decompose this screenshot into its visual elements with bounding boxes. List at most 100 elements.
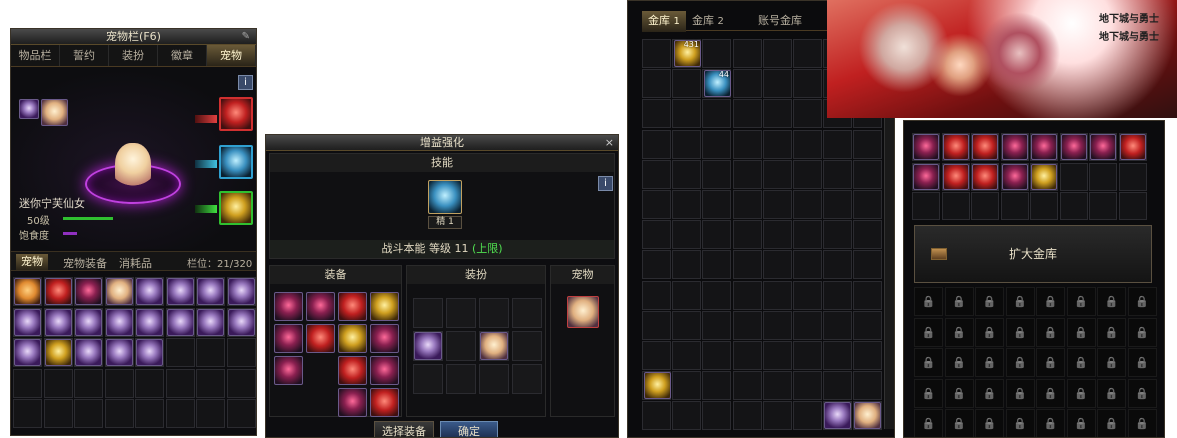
vault-slot[interactable]	[732, 220, 762, 250]
vault-slot[interactable]	[642, 99, 671, 129]
vault-slot[interactable]	[793, 159, 822, 189]
skill-icon[interactable]	[428, 180, 462, 214]
vault-slot[interactable]	[762, 39, 792, 68]
vault-slot[interactable]	[762, 280, 792, 310]
vault-slot[interactable]	[793, 39, 822, 68]
inventory-item[interactable]	[136, 278, 163, 305]
vault-slot[interactable]	[672, 341, 702, 370]
vault-slot[interactable]	[642, 159, 671, 189]
avatar-slot[interactable]	[512, 298, 542, 328]
inventory-item[interactable]	[197, 278, 224, 305]
vault-slot[interactable]	[1059, 192, 1088, 220]
vault-item[interactable]	[913, 134, 939, 160]
vault-slot[interactable]	[642, 190, 671, 219]
vault-slot[interactable]	[642, 69, 671, 99]
equipment-item[interactable]	[338, 292, 367, 321]
vault-slot[interactable]	[702, 250, 732, 280]
vault-slot[interactable]	[642, 129, 671, 159]
avatar-slot[interactable]	[479, 364, 509, 394]
equipment-item[interactable]	[306, 324, 335, 353]
inventory-item[interactable]	[166, 278, 194, 305]
vault-item[interactable]	[972, 134, 998, 160]
equipment-item[interactable]	[370, 324, 399, 353]
pin-icon[interactable]: ✎	[242, 29, 250, 45]
inventory-slot[interactable]	[196, 399, 225, 428]
enhance-window-titlebar[interactable]: 增益强化 ×	[266, 135, 618, 151]
vault-item[interactable]: 44	[704, 70, 731, 97]
vault-item[interactable]	[942, 134, 969, 160]
expand-vault-button[interactable]: 扩大金库	[914, 225, 1152, 283]
inventory-slot[interactable]	[135, 368, 164, 398]
tab-emblem[interactable]: 徽章	[158, 45, 207, 66]
inventory-slot[interactable]	[226, 399, 256, 428]
vault-slot[interactable]	[732, 341, 762, 370]
pet-equip-slot-green[interactable]	[219, 191, 253, 225]
vault-slot[interactable]	[672, 69, 702, 99]
vault-slot[interactable]	[732, 190, 762, 219]
vault-slot[interactable]	[823, 341, 853, 370]
subtab-consumables[interactable]: 消耗品	[119, 255, 152, 271]
inventory-slot[interactable]	[43, 368, 73, 398]
avatar-slot[interactable]	[512, 331, 542, 361]
vault-slot[interactable]	[853, 280, 883, 310]
vault-slot[interactable]	[732, 99, 762, 129]
vault-slot[interactable]	[853, 371, 883, 401]
vault-item[interactable]	[854, 402, 881, 429]
vault-slot[interactable]	[702, 310, 732, 340]
inventory-item[interactable]	[75, 308, 102, 336]
vault-slot[interactable]	[793, 250, 822, 280]
equipment-item[interactable]	[274, 324, 303, 353]
inventory-slot[interactable]	[74, 368, 103, 398]
avatar-item[interactable]	[480, 332, 508, 360]
close-icon[interactable]: ×	[605, 135, 614, 151]
vault-slot[interactable]	[702, 129, 732, 159]
vault-item[interactable]	[1060, 134, 1087, 160]
vault-slot[interactable]	[732, 280, 762, 310]
inventory-item[interactable]	[44, 278, 72, 305]
vault-slot[interactable]	[1030, 192, 1058, 220]
vault-item[interactable]	[913, 163, 939, 190]
tab-vault-1[interactable]: 金库 1	[642, 11, 686, 32]
inventory-slot[interactable]	[135, 399, 164, 428]
vault-item[interactable]	[824, 402, 851, 429]
vault-slot[interactable]	[853, 190, 883, 219]
equipment-item[interactable]	[274, 356, 303, 385]
vault-slot[interactable]	[823, 129, 853, 159]
inventory-item[interactable]	[227, 308, 255, 336]
vault-slot[interactable]	[793, 401, 822, 431]
vault-slot[interactable]	[941, 192, 970, 220]
vault-slot[interactable]	[853, 220, 883, 250]
confirm-button[interactable]: 确定	[440, 421, 498, 437]
vault-slot[interactable]	[672, 310, 702, 340]
inventory-slot[interactable]	[13, 368, 42, 398]
vault-slot[interactable]	[853, 159, 883, 189]
vault-slot[interactable]	[793, 69, 822, 99]
inventory-slot[interactable]	[104, 368, 134, 398]
vault-slot[interactable]	[823, 190, 853, 219]
vault-slot[interactable]	[702, 280, 732, 310]
avatar-slot[interactable]	[479, 298, 509, 328]
inventory-item[interactable]	[166, 308, 194, 336]
inventory-slot[interactable]	[104, 399, 134, 428]
tab-vault-2[interactable]: 金库 2	[692, 11, 724, 32]
inventory-item[interactable]	[197, 308, 224, 336]
tab-account-vault[interactable]: 账号金库	[758, 11, 802, 31]
vault-item[interactable]	[1031, 134, 1057, 160]
vault-slot[interactable]	[672, 250, 702, 280]
avatar-slot[interactable]	[446, 298, 476, 328]
vault-slot[interactable]	[672, 190, 702, 219]
vault-slot[interactable]	[762, 371, 792, 401]
vault-slot[interactable]	[793, 220, 822, 250]
vault-slot[interactable]	[762, 220, 792, 250]
info-icon[interactable]: i	[238, 75, 253, 90]
vault-slot[interactable]	[642, 401, 671, 431]
vault-slot[interactable]	[672, 129, 702, 159]
vault-slot[interactable]	[762, 129, 792, 159]
vault-slot[interactable]	[853, 341, 883, 370]
vault-slot[interactable]	[672, 99, 702, 129]
vault-slot[interactable]	[853, 310, 883, 340]
avatar-slot[interactable]	[446, 364, 476, 394]
vault-slot[interactable]	[732, 39, 762, 68]
inventory-item[interactable]	[136, 308, 163, 336]
vault-slot[interactable]	[793, 371, 822, 401]
